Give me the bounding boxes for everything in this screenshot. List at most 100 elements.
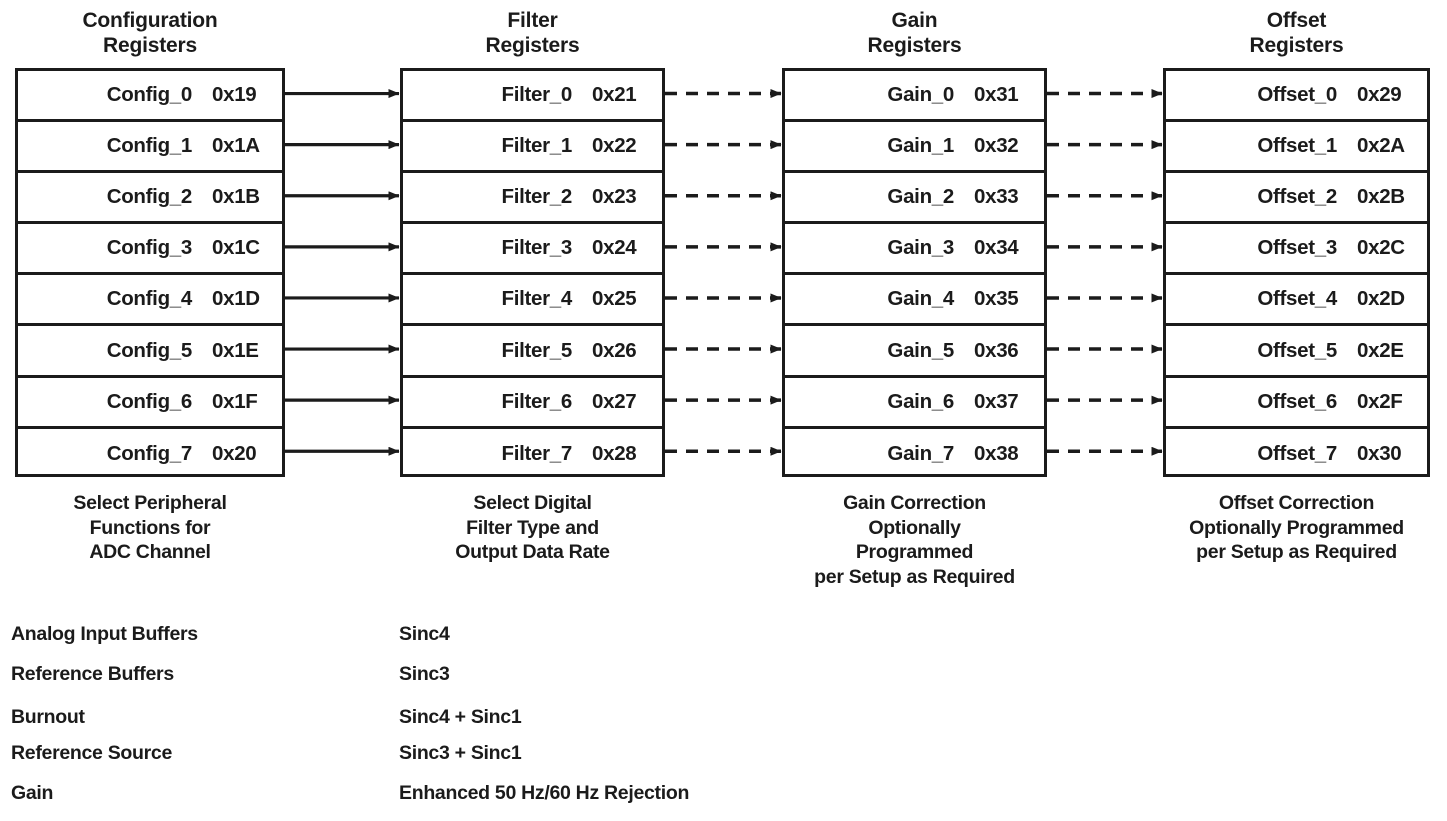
register-row[interactable]: Config_6 0x1F — [18, 378, 282, 429]
register-address: 0x2B — [1357, 185, 1405, 209]
legend-right-item-1: Sinc3 — [399, 663, 450, 685]
register-name: Offset_3 — [1257, 236, 1337, 260]
register-row[interactable]: Config_3 0x1C — [18, 224, 282, 276]
register-name: Config_3 — [106, 236, 193, 260]
legend-right-item-2: Sinc4 + Sinc1 — [399, 706, 522, 728]
register-address: 0x27 — [592, 389, 637, 413]
register-address: 0x2E — [1357, 338, 1404, 362]
legend-left-item-3: Reference Source — [11, 742, 173, 764]
register-row[interactable]: Config_4 0x1D — [18, 275, 282, 327]
arrow-group-filter-to-gain — [665, 89, 782, 456]
register-row[interactable]: Config_5 0x1E — [18, 326, 282, 378]
register-name: Gain_2 — [887, 185, 954, 209]
register-row[interactable]: Filter_1 0x22 — [403, 122, 662, 174]
register-row[interactable]: Offset_6 0x2F — [1166, 378, 1427, 429]
register-address: 0x1D — [212, 287, 260, 311]
legend-right-item-3: Sinc3 + Sinc1 — [399, 742, 522, 764]
register-address: 0x37 — [974, 389, 1019, 413]
register-address: 0x20 — [212, 442, 257, 466]
register-address: 0x32 — [974, 134, 1019, 158]
register-name: Gain_5 — [887, 338, 954, 362]
register-row[interactable]: Offset_1 0x2A — [1166, 122, 1427, 174]
register-address: 0x36 — [974, 338, 1019, 362]
register-address: 0x1C — [212, 236, 260, 260]
register-row[interactable]: Gain_2 0x33 — [785, 173, 1044, 225]
register-address: 0x30 — [1357, 442, 1402, 466]
register-address: 0x2D — [1357, 287, 1405, 311]
register-stack-offset: Offset_0 0x29 Offset_1 0x2A Offset_2 0x2… — [1163, 68, 1430, 477]
register-name: Filter_5 — [501, 338, 572, 362]
register-address: 0x2F — [1357, 389, 1403, 413]
register-row[interactable]: Filter_3 0x24 — [403, 224, 662, 276]
register-row[interactable]: Config_7 0x20 — [18, 429, 282, 480]
register-address: 0x31 — [974, 83, 1019, 107]
register-address: 0x23 — [592, 185, 637, 209]
register-name: Filter_2 — [501, 185, 572, 209]
register-name: Gain_1 — [887, 134, 954, 158]
register-name: Offset_1 — [1257, 134, 1337, 158]
column-caption-filter: Select Digital Filter Type and Output Da… — [455, 492, 610, 563]
register-row[interactable]: Gain_6 0x37 — [785, 378, 1044, 429]
register-row[interactable]: Filter_5 0x26 — [403, 326, 662, 378]
register-name: Gain_3 — [887, 236, 954, 260]
column-title-filter: Filter Registers — [485, 9, 580, 57]
register-name: Config_1 — [106, 134, 193, 158]
column-caption-gain: Gain Correction Optionally Programmed pe… — [814, 492, 1015, 588]
register-name: Filter_1 — [501, 134, 572, 158]
legend-left-item-1: Reference Buffers — [11, 663, 174, 685]
register-address: 0x1E — [212, 338, 259, 362]
register-name: Config_6 — [106, 389, 193, 413]
register-row[interactable]: Offset_3 0x2C — [1166, 224, 1427, 276]
register-name: Offset_5 — [1257, 338, 1337, 362]
arrow-group-config-to-filter — [285, 89, 400, 456]
legend-left-item-0: Analog Input Buffers — [11, 623, 198, 645]
register-row[interactable]: Gain_1 0x32 — [785, 122, 1044, 174]
register-name: Filter_3 — [501, 236, 572, 260]
register-address: 0x19 — [212, 83, 257, 107]
register-row[interactable]: Filter_2 0x23 — [403, 173, 662, 225]
legend-right-item-0: Sinc4 — [399, 623, 450, 645]
register-row[interactable]: Filter_6 0x27 — [403, 378, 662, 429]
register-name: Config_4 — [106, 287, 193, 311]
register-row[interactable]: Gain_0 0x31 — [785, 71, 1044, 123]
register-map-diagram: Configuration Registers Filter Registers… — [0, 0, 1447, 821]
register-row[interactable]: Gain_5 0x36 — [785, 326, 1044, 378]
register-name: Config_0 — [106, 83, 193, 107]
register-address: 0x21 — [592, 83, 637, 107]
register-name: Filter_6 — [501, 389, 572, 413]
register-row[interactable]: Gain_3 0x34 — [785, 224, 1044, 276]
register-row[interactable]: Config_2 0x1B — [18, 173, 282, 225]
register-row[interactable]: Filter_4 0x25 — [403, 275, 662, 327]
arrow-group-gain-to-offset — [1047, 89, 1163, 456]
register-address: 0x28 — [592, 442, 637, 466]
register-row[interactable]: Gain_7 0x38 — [785, 429, 1044, 480]
register-name: Config_7 — [106, 442, 193, 466]
register-address: 0x26 — [592, 338, 637, 362]
register-row[interactable]: Offset_7 0x30 — [1166, 429, 1427, 480]
register-name: Filter_0 — [501, 83, 572, 107]
register-row[interactable]: Offset_0 0x29 — [1166, 71, 1427, 123]
register-row[interactable]: Offset_5 0x2E — [1166, 326, 1427, 378]
register-name: Config_5 — [106, 338, 193, 362]
legend-left-item-4: Gain — [11, 782, 54, 804]
register-name: Gain_4 — [887, 287, 954, 311]
register-name: Filter_7 — [501, 442, 572, 466]
column-caption-configuration: Select Peripheral Functions for ADC Chan… — [73, 492, 227, 563]
register-name: Offset_6 — [1257, 389, 1337, 413]
register-row[interactable]: Filter_0 0x21 — [403, 71, 662, 123]
register-address: 0x1A — [212, 134, 260, 158]
column-caption-offset: Offset Correction Optionally Programmed … — [1189, 492, 1404, 563]
register-name: Offset_2 — [1257, 185, 1337, 209]
register-row[interactable]: Offset_2 0x2B — [1166, 173, 1427, 225]
register-name: Gain_7 — [887, 442, 954, 466]
register-row[interactable]: Offset_4 0x2D — [1166, 275, 1427, 327]
legend-left-item-2: Burnout — [11, 706, 85, 728]
register-row[interactable]: Config_0 0x19 — [18, 71, 282, 123]
register-address: 0x38 — [974, 442, 1019, 466]
column-title-configuration: Configuration Registers — [82, 9, 218, 57]
register-row[interactable]: Config_1 0x1A — [18, 122, 282, 174]
register-name: Config_2 — [106, 185, 193, 209]
register-row[interactable]: Filter_7 0x28 — [403, 429, 662, 480]
register-address: 0x22 — [592, 134, 637, 158]
register-row[interactable]: Gain_4 0x35 — [785, 275, 1044, 327]
